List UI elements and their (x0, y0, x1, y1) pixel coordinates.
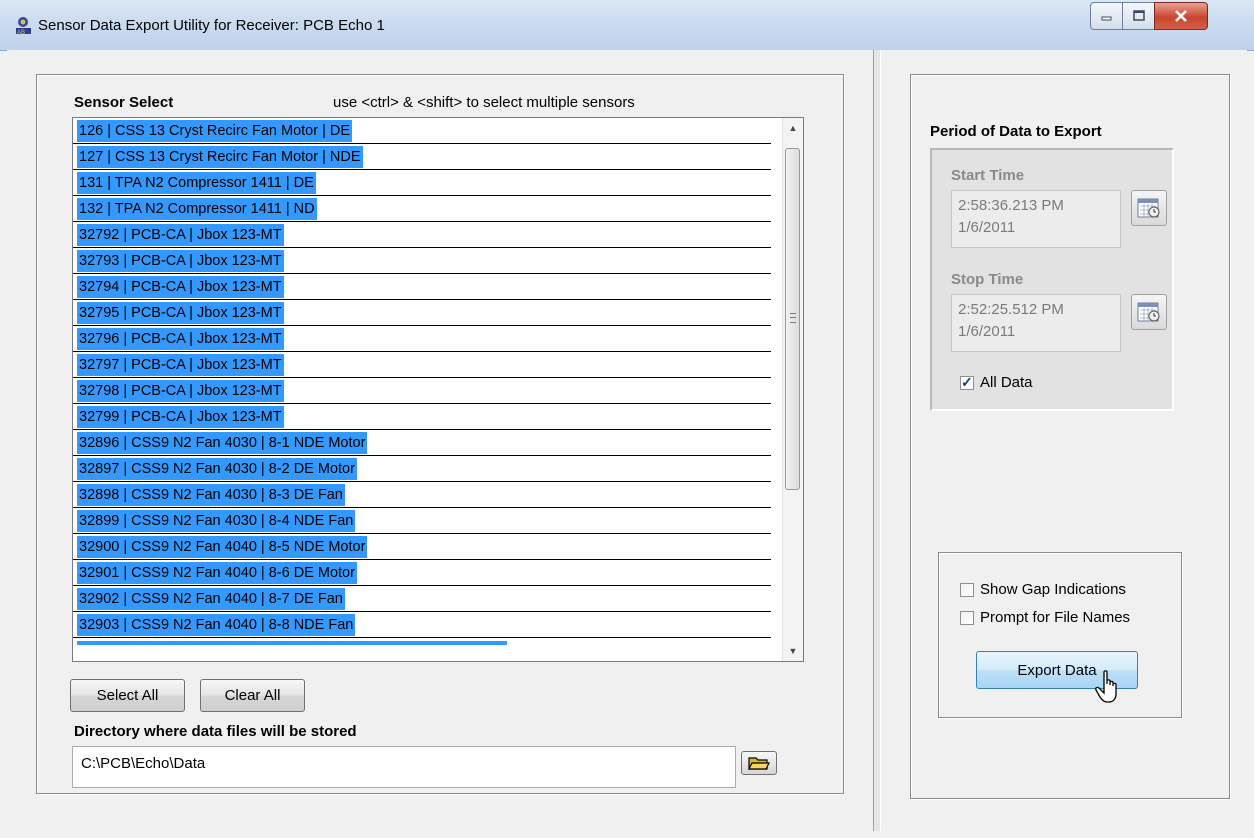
sensor-list-item[interactable]: 126 | CSS 13 Cryst Recirc Fan Motor | DE (73, 118, 771, 144)
scroll-down-icon[interactable]: ▼ (783, 641, 803, 661)
grip-icon (790, 313, 796, 323)
stop-time-label: Stop Time (951, 271, 1024, 288)
stop-date-value: 1/6/2011 (958, 323, 1016, 340)
sensor-select-label: Sensor Select (74, 94, 174, 111)
panel-splitter[interactable] (873, 50, 881, 831)
sensor-list-item[interactable]: 32899 | CSS9 N2 Fan 4030 | 8-4 NDE Fan (73, 508, 771, 534)
sensor-item-label: 32902 | CSS9 N2 Fan 4040 | 8-7 DE Fan (77, 588, 345, 610)
start-time-value: 2:58:36.213 PM (958, 197, 1064, 214)
sensor-list-item[interactable]: 132 | TPA N2 Compressor 1411 | ND (73, 196, 771, 222)
folder-icon (748, 757, 770, 770)
sensor-list-item[interactable]: 32902 | CSS9 N2 Fan 4040 | 8-7 DE Fan (73, 586, 771, 612)
sensor-list: 126 | CSS 13 Cryst Recirc Fan Motor | DE… (73, 118, 771, 646)
sensor-item-label: 32896 | CSS9 N2 Fan 4030 | 8-1 NDE Motor (77, 432, 368, 454)
maximize-button[interactable] (1122, 2, 1156, 30)
sensor-list-item[interactable]: 127 | CSS 13 Cryst Recirc Fan Motor | ND… (73, 144, 771, 170)
minimize-button[interactable] (1090, 2, 1124, 30)
prompt-file-names-label: Prompt for File Names (980, 609, 1131, 626)
maximize-icon (1133, 10, 1145, 21)
sensor-item-label: 126 | CSS 13 Cryst Recirc Fan Motor | DE (77, 120, 353, 142)
sensor-list-item[interactable]: 32896 | CSS9 N2 Fan 4030 | 8-1 NDE Motor (73, 430, 771, 456)
sensor-item-label: 132 | TPA N2 Compressor 1411 | ND (77, 198, 317, 220)
sensor-list-item-partial[interactable] (73, 638, 771, 646)
sensor-item-label: 32799 | PCB-CA | Jbox 123-MT (77, 406, 284, 428)
clear-all-button[interactable]: Clear All (200, 679, 305, 712)
minimize-icon (1101, 16, 1112, 21)
export-options-group (938, 552, 1182, 718)
sensor-item-label: 32897 | CSS9 N2 Fan 4030 | 8-2 DE Motor (77, 458, 357, 480)
sensor-item-label: 32900 | CSS9 N2 Fan 4040 | 8-5 NDE Motor (77, 536, 368, 558)
app-icon: AB (16, 17, 31, 36)
window-title: Sensor Data Export Utility for Receiver:… (38, 17, 385, 34)
start-time-label: Start Time (951, 167, 1025, 184)
stop-time-field[interactable]: 2:52:25.512 PM 1/6/2011 (951, 294, 1121, 352)
sensor-list-item[interactable]: 32897 | CSS9 N2 Fan 4030 | 8-2 DE Motor (73, 456, 771, 482)
sensor-item-label: 32798 | PCB-CA | Jbox 123-MT (77, 380, 284, 402)
calendar-icon (1137, 198, 1160, 218)
sensor-list-item[interactable]: 32898 | CSS9 N2 Fan 4030 | 8-3 DE Fan (73, 482, 771, 508)
sensor-item-label: 131 | TPA N2 Compressor 1411 | DE (77, 172, 316, 194)
select-all-button[interactable]: Select All (70, 679, 185, 712)
sensor-list-item[interactable]: 32798 | PCB-CA | Jbox 123-MT (73, 378, 771, 404)
multi-select-hint: use <ctrl> & <shift> to select multiple … (333, 94, 635, 111)
all-data-label: All Data (980, 374, 1033, 391)
title-bar[interactable]: AB Sensor Data Export Utility for Receiv… (0, 0, 1254, 51)
show-gap-label: Show Gap Indications (980, 581, 1126, 598)
calendar-icon (1137, 302, 1160, 322)
sensor-item-label: 32901 | CSS9 N2 Fan 4040 | 8-6 DE Motor (77, 562, 357, 584)
sensor-list-item[interactable]: 32795 | PCB-CA | Jbox 123-MT (73, 300, 771, 326)
sensor-list-item[interactable]: 32900 | CSS9 N2 Fan 4040 | 8-5 NDE Motor (73, 534, 771, 560)
close-icon (1175, 10, 1187, 22)
sensor-item-label: 32898 | CSS9 N2 Fan 4030 | 8-3 DE Fan (77, 484, 345, 506)
show-gap-checkbox[interactable] (960, 583, 974, 597)
sensor-item-label: 32795 | PCB-CA | Jbox 123-MT (77, 302, 284, 324)
partial-selection-highlight (77, 641, 507, 645)
directory-label: Directory where data files will be store… (74, 723, 357, 740)
sensor-list-scrollbar[interactable]: ▲ ▼ (782, 118, 803, 661)
sensor-item-label: 32796 | PCB-CA | Jbox 123-MT (77, 328, 284, 350)
sensor-listbox[interactable]: 126 | CSS 13 Cryst Recirc Fan Motor | DE… (72, 117, 804, 662)
sensor-list-item[interactable]: 32901 | CSS9 N2 Fan 4040 | 8-6 DE Motor (73, 560, 771, 586)
sensor-list-item[interactable]: 32794 | PCB-CA | Jbox 123-MT (73, 274, 771, 300)
scroll-thumb[interactable] (785, 148, 800, 490)
all-data-checkbox[interactable] (960, 374, 974, 391)
directory-input[interactable]: C:\PCB\Echo\Data (72, 746, 736, 788)
close-button[interactable] (1154, 2, 1208, 30)
sensor-list-item[interactable]: 32793 | PCB-CA | Jbox 123-MT (73, 248, 771, 274)
sensor-item-label: 32792 | PCB-CA | Jbox 123-MT (77, 224, 284, 246)
start-date-value: 1/6/2011 (958, 219, 1016, 236)
sensor-item-label: 32903 | CSS9 N2 Fan 4040 | 8-8 NDE Fan (77, 614, 356, 636)
sensor-item-label: 32797 | PCB-CA | Jbox 123-MT (77, 354, 284, 376)
start-time-field[interactable]: 2:58:36.213 PM 1/6/2011 (951, 190, 1121, 248)
prompt-file-names-checkbox[interactable] (960, 611, 974, 625)
sensor-list-item[interactable]: 32796 | PCB-CA | Jbox 123-MT (73, 326, 771, 352)
period-label: Period of Data to Export (930, 123, 1102, 140)
scroll-up-icon[interactable]: ▲ (783, 118, 803, 138)
sensor-list-item[interactable]: 32797 | PCB-CA | Jbox 123-MT (73, 352, 771, 378)
stop-calendar-button[interactable] (1131, 294, 1167, 330)
sensor-item-label: 32899 | CSS9 N2 Fan 4030 | 8-4 NDE Fan (77, 510, 356, 532)
sensor-list-item[interactable]: 32799 | PCB-CA | Jbox 123-MT (73, 404, 771, 430)
sensor-item-label: 127 | CSS 13 Cryst Recirc Fan Motor | ND… (77, 146, 363, 168)
stop-time-value: 2:52:25.512 PM (958, 301, 1064, 318)
sensor-list-item[interactable]: 131 | TPA N2 Compressor 1411 | DE (73, 170, 771, 196)
sensor-item-label: 32794 | PCB-CA | Jbox 123-MT (77, 276, 284, 298)
sensor-list-item[interactable]: 32903 | CSS9 N2 Fan 4040 | 8-8 NDE Fan (73, 612, 771, 638)
browse-folder-button[interactable] (741, 751, 777, 775)
start-calendar-button[interactable] (1131, 190, 1167, 226)
sensor-list-item[interactable]: 32792 | PCB-CA | Jbox 123-MT (73, 222, 771, 248)
mouse-cursor-icon (1095, 670, 1117, 703)
directory-value: C:\PCB\Echo\Data (81, 755, 206, 772)
sensor-item-label: 32793 | PCB-CA | Jbox 123-MT (77, 250, 284, 272)
svg-text:AB: AB (17, 30, 25, 36)
